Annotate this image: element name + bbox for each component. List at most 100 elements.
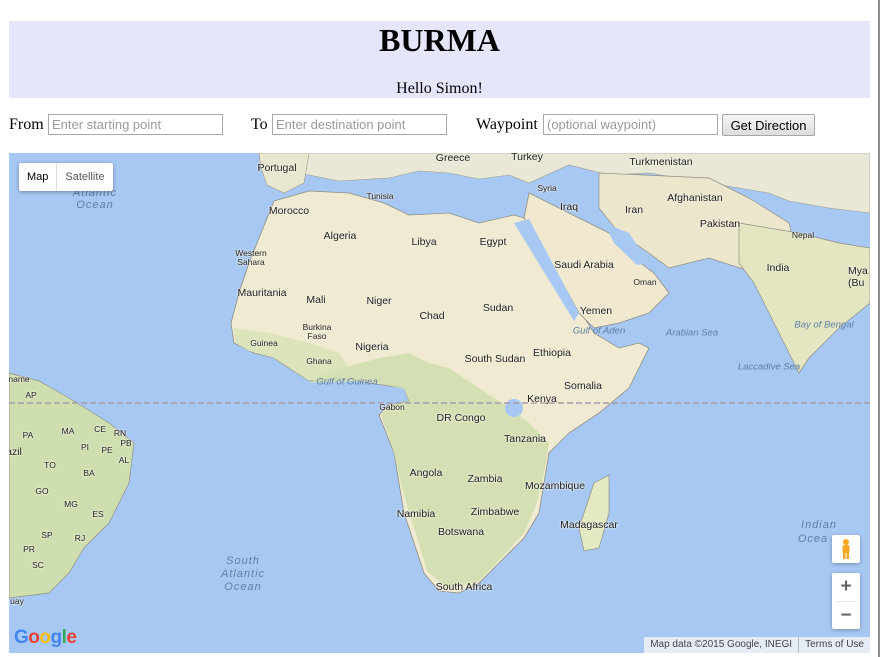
map-label-syria: Syria (537, 183, 557, 193)
map-label-south-africa: South Africa (435, 581, 493, 593)
map-label-libya: Libya (411, 236, 437, 248)
pegman-icon (842, 539, 850, 559)
map-label-zambia: Zambia (467, 473, 503, 485)
map-label-burkina-faso: Burkina Faso (302, 322, 332, 341)
map-label-pakistan: Pakistan (699, 218, 741, 230)
map-label-western-sahara: Western Sahara (235, 248, 267, 267)
map-label-dr-congo: DR Congo (436, 412, 486, 424)
map-label-oman: Oman (633, 277, 657, 287)
waypoint-input[interactable] (543, 114, 718, 135)
map-label-laccadive-sea: Laccadive Sea (737, 361, 801, 373)
map-geography (9, 153, 870, 599)
map-label-egypt: Egypt (479, 236, 507, 248)
map-label-mauritania: Mauritania (237, 287, 287, 299)
terms-of-use-link[interactable]: Terms of Use (799, 637, 870, 653)
greeting-text: Hello Simon! (396, 80, 483, 97)
map-label-amapa: AP (25, 390, 37, 400)
directions-form: From To Waypoint Get Direction (9, 113, 879, 137)
google-logo-letter: G (14, 627, 29, 648)
zoom-in-button[interactable]: + (832, 573, 860, 601)
page-title: BURMA (379, 22, 500, 58)
map-label-gulf-guinea: Gulf of Guinea (316, 376, 378, 388)
map-label-nepal: Nepal (791, 230, 815, 240)
map-label-zimbabwe: Zimbabwe (470, 506, 520, 518)
map-label-sao-paulo: SP (41, 530, 53, 540)
map-label-gabon: Gabon (379, 402, 405, 412)
map-label-tanzania: Tanzania (503, 433, 547, 445)
map-label-tunisia: Tunisia (366, 191, 394, 201)
google-logo-letter: o (28, 627, 40, 648)
map-label-maranhao: MA (61, 426, 75, 436)
map-label-para: PA (22, 430, 34, 440)
map-label-brazil: azil (9, 446, 22, 458)
map-label-guinea: Guinea (250, 338, 278, 348)
map-label-india: India (766, 262, 790, 274)
to-input[interactable] (272, 114, 447, 135)
map-label-yemen: Yemen (579, 305, 613, 317)
map-label-saudi-arabia: Saudi Arabia (554, 259, 614, 271)
map-label-myanmar: Mya (Bu (848, 265, 868, 289)
map-label-suriname: name (9, 374, 30, 384)
map-label-turkmenistan: Turkmenistan (629, 156, 693, 168)
map-label-mali: Mali (306, 294, 326, 306)
zoom-out-button[interactable]: − (832, 602, 860, 630)
google-logo-letter: e (66, 627, 77, 648)
map-label-uruguay: uay (10, 596, 24, 606)
map-label-sudan: Sudan (482, 302, 514, 314)
map-label-nigeria: Nigeria (355, 341, 389, 353)
map-label-rio-de-janeiro: RJ (74, 533, 86, 543)
map-label-pernambuco: PE (101, 445, 113, 455)
map-type-control: Map Satellite (19, 163, 113, 191)
map-label-minas-gerais: MG (64, 499, 78, 509)
map-label-south-sudan: South Sudan (464, 353, 526, 365)
map-type-satellite-button[interactable]: Satellite (57, 163, 112, 191)
map-label-ghana: Ghana (306, 356, 332, 366)
map-label-iran: Iran (624, 204, 644, 216)
map-label-goias: GO (35, 486, 49, 496)
map-label-south-atlantic-1: South (226, 555, 260, 567)
map-label-ceara: CE (94, 424, 106, 434)
map-label-espirito-santo: ES (92, 509, 104, 519)
waypoint-label: Waypoint (476, 116, 538, 133)
map-attribution: Map data ©2015 Google, INEGI Terms of Us… (644, 637, 870, 653)
map-label-morocco: Morocco (268, 205, 310, 217)
map-label-gulf-aden: Gulf of Aden (572, 325, 626, 337)
google-logo-letter: g (50, 627, 63, 648)
map-label-algeria: Algeria (323, 230, 357, 242)
map-label-indian-ocean-1: Indian (801, 519, 837, 531)
map-label-indian-ocean-2: Ocea (797, 533, 829, 545)
map-label-arabian-sea: Arabian Sea (665, 327, 719, 339)
map-label-namibia: Namibia (396, 508, 436, 520)
map-label-turkey: Turkey (511, 153, 543, 163)
map-label-parana: PR (23, 544, 35, 554)
from-input[interactable] (48, 114, 223, 135)
map-label-botswana: Botswana (437, 526, 485, 538)
map-label-mozambique: Mozambique (524, 480, 586, 492)
map-label-angola: Angola (409, 467, 443, 479)
map-label-santa-catarina: SC (32, 560, 44, 570)
street-view-pegman[interactable] (832, 535, 860, 563)
map-label-alagoas: AL (118, 455, 130, 465)
map-label-somalia: Somalia (564, 380, 602, 392)
map-label-afghanistan: Afghanistan (667, 192, 723, 204)
map-label-bay-bengal: Bay of Bengal (794, 319, 854, 331)
map-label-south-atlantic-2: Atlantic (220, 568, 266, 580)
map-label-ethiopia: Ethiopia (533, 347, 571, 359)
map-label-atlantic-north-ocean: Ocean (76, 199, 114, 211)
map-label-niger: Niger (366, 295, 392, 307)
get-direction-button[interactable]: Get Direction (722, 114, 815, 136)
page-header: BURMA Hello Simon! (9, 21, 870, 98)
map-label-rio-grande-norte: RN (113, 428, 127, 438)
map-label-paraiba: PB (120, 438, 132, 448)
map-data-text: Map data ©2015 Google, INEGI (650, 639, 793, 650)
map-label-iraq: Iraq (559, 201, 579, 213)
map-label-south-atlantic-3: Ocean (224, 581, 262, 593)
google-logo[interactable]: Google (14, 627, 77, 649)
map-label-bahia: BA (83, 468, 95, 478)
google-logo-letter: o (39, 627, 51, 648)
map-view[interactable]: Portugal Greece Turkey Turkmenistan Tuni… (9, 153, 870, 653)
from-label: From (9, 116, 44, 133)
window-edge (878, 0, 880, 657)
zoom-control: + − (832, 573, 860, 629)
map-type-map-button[interactable]: Map (19, 163, 58, 191)
